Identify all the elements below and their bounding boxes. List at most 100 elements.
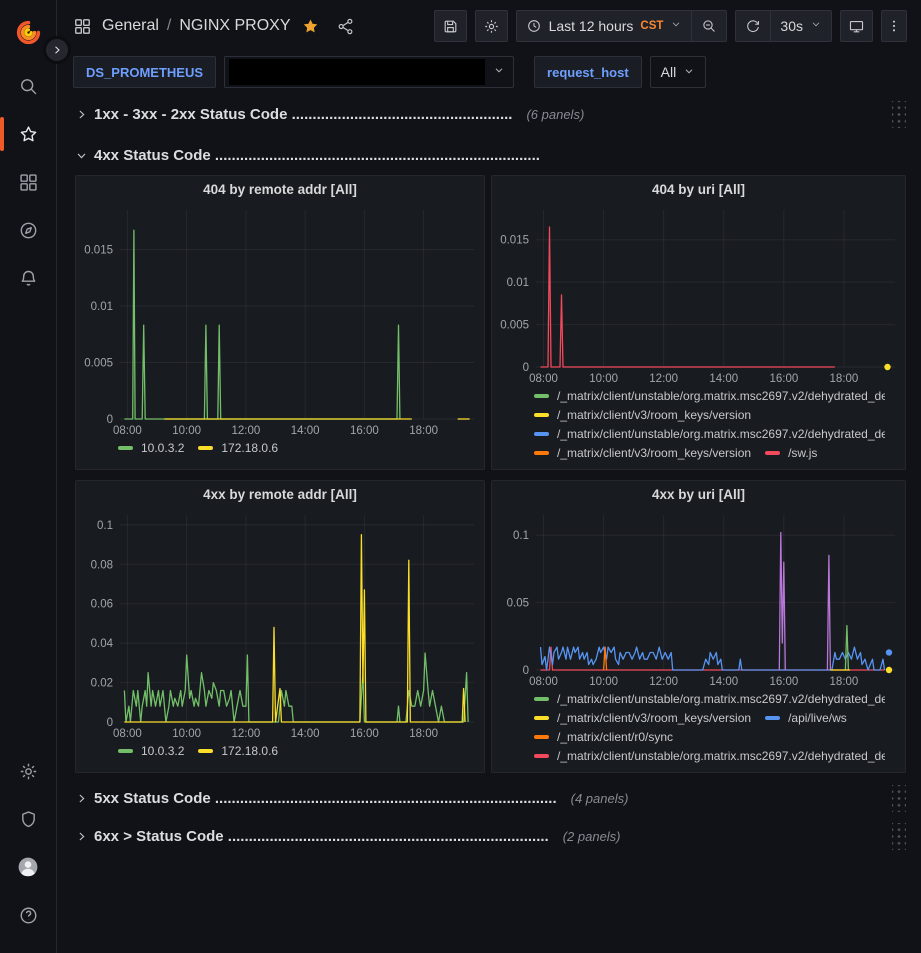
- legend-item[interactable]: /_matrix/client/r0/sync: [534, 730, 673, 744]
- legend-swatch: [534, 697, 549, 701]
- chevron-down-icon: [810, 17, 822, 35]
- legend-item[interactable]: /api/live/ws: [765, 711, 847, 725]
- dashboards-grid-icon: [18, 172, 39, 193]
- collapsed-rows: 5xx Status Code ........................…: [75, 784, 906, 850]
- panel-legend: 10.0.3.2 172.18.0.6: [76, 439, 484, 469]
- legend-item[interactable]: 10.0.3.2: [118, 744, 184, 758]
- legend-item[interactable]: /_matrix/client/v3/room_keys/version: [534, 408, 751, 422]
- share-icon[interactable]: [336, 17, 355, 36]
- sidebar-expand-button[interactable]: [43, 36, 71, 64]
- legend-label: /_matrix/client/v3/room_keys/version: [557, 711, 751, 725]
- legend-item[interactable]: /_matrix/client/unstable/org.matrix.msc2…: [534, 389, 885, 403]
- svg-text:10:00: 10:00: [172, 425, 201, 437]
- legend-swatch: [534, 735, 549, 739]
- row-drag-handle[interactable]: [892, 823, 906, 850]
- legend-label: /_matrix/client/v3/room_keys/version: [557, 446, 751, 460]
- chevron-right-icon: [75, 792, 88, 805]
- grafana-logo[interactable]: [8, 12, 48, 52]
- legend-item[interactable]: /_matrix/client/v3/room_keys/version: [534, 711, 751, 725]
- panel-legend: /_matrix/client/unstable/org.matrix.msc2…: [492, 690, 905, 772]
- chevron-down-icon: [670, 17, 682, 35]
- svg-text:16:00: 16:00: [350, 425, 379, 437]
- kebab-menu-icon: [886, 18, 902, 34]
- legend-label: /_matrix/client/v3/room_keys/version: [557, 408, 751, 422]
- time-range-label: Last 12 hours: [549, 18, 634, 34]
- variable-label-request-host[interactable]: request_host: [534, 56, 642, 88]
- svg-text:0.015: 0.015: [500, 235, 529, 247]
- variable-select-request-host[interactable]: All: [650, 56, 707, 88]
- legend-item[interactable]: /_matrix/client/unstable/org.matrix.msc2…: [534, 692, 885, 706]
- sidebar-item-explore[interactable]: [8, 210, 48, 250]
- sidebar-item-server-admin[interactable]: [8, 799, 48, 839]
- legend-item[interactable]: 172.18.0.6: [198, 441, 278, 455]
- svg-text:12:00: 12:00: [232, 728, 261, 740]
- chevron-right-icon: [51, 44, 63, 56]
- row-panel-count: (2 panels): [563, 829, 621, 844]
- row-header-4xx[interactable]: 4xx Status Code ........................…: [75, 141, 906, 169]
- alerting-bell-icon: [18, 268, 39, 289]
- legend-item[interactable]: /_matrix/client/v3/room_keys/version: [534, 446, 751, 460]
- save-dashboard-button[interactable]: [434, 10, 467, 42]
- row-header-5xx[interactable]: 5xx Status Code ........................…: [75, 784, 906, 812]
- refresh-interval-picker[interactable]: 30s: [770, 11, 831, 41]
- legend-item[interactable]: 172.18.0.6: [198, 744, 278, 758]
- time-series-chart[interactable]: 08:0010:0012:0014:0016:0018:0000.0050.01…: [492, 203, 905, 387]
- panel-title[interactable]: 404 by remote addr [All]: [76, 176, 484, 203]
- svg-text:18:00: 18:00: [830, 373, 859, 385]
- breadcrumb-folder[interactable]: General: [102, 17, 159, 35]
- dashboard-settings-button[interactable]: [475, 10, 508, 42]
- legend-label: /_matrix/client/r0/sync: [557, 730, 673, 744]
- svg-text:10:00: 10:00: [589, 676, 618, 688]
- chevron-down-icon: [683, 64, 695, 80]
- sidebar-item-help[interactable]: [8, 895, 48, 935]
- panel-title[interactable]: 4xx by uri [All]: [492, 481, 905, 508]
- sidebar-item-configuration[interactable]: [8, 751, 48, 791]
- svg-text:0.01: 0.01: [507, 277, 529, 289]
- svg-text:0.01: 0.01: [91, 301, 113, 313]
- settings-gear-icon: [18, 761, 39, 782]
- sidebar-item-search[interactable]: [8, 66, 48, 106]
- zoom-out-icon: [701, 18, 717, 34]
- row-drag-handle[interactable]: [892, 785, 906, 812]
- time-series-chart[interactable]: 08:0010:0012:0014:0016:0018:0000.020.040…: [76, 508, 484, 742]
- dashboard-title[interactable]: NGINX PROXY: [179, 17, 290, 35]
- row-drag-handle[interactable]: [892, 101, 906, 128]
- zoom-out-time-button[interactable]: [691, 11, 726, 41]
- legend-swatch: [534, 413, 549, 417]
- variable-select-ds-prometheus[interactable]: [224, 56, 514, 88]
- refresh-button[interactable]: [736, 11, 770, 41]
- svg-text:12:00: 12:00: [649, 676, 678, 688]
- panel-grid: 404 by remote addr [All] 08:0010:0012:00…: [75, 175, 906, 773]
- more-options-button[interactable]: [881, 10, 907, 42]
- svg-text:08:00: 08:00: [529, 676, 558, 688]
- panel-404-by-remote-addr: 404 by remote addr [All] 08:0010:0012:00…: [75, 175, 485, 470]
- svg-text:08:00: 08:00: [113, 728, 142, 740]
- sidebar-item-profile[interactable]: [8, 847, 48, 887]
- sidebar: [0, 0, 57, 953]
- sidebar-item-alerting[interactable]: [8, 258, 48, 298]
- variable-label-ds-prometheus[interactable]: DS_PROMETHEUS: [73, 56, 216, 88]
- svg-text:0.1: 0.1: [513, 530, 529, 542]
- panel-title[interactable]: 4xx by remote addr [All]: [76, 481, 484, 508]
- time-picker-group: Last 12 hours CST: [516, 10, 728, 42]
- panel-404-by-uri: 404 by uri [All] 08:0010:0012:0014:0016:…: [491, 175, 906, 470]
- legend-item[interactable]: 10.0.3.2: [118, 441, 184, 455]
- shield-icon: [18, 809, 39, 830]
- row-header-6xx[interactable]: 6xx > Status Code ......................…: [75, 822, 906, 850]
- legend-swatch: [198, 749, 213, 753]
- sidebar-item-dashboards[interactable]: [8, 162, 48, 202]
- legend-item[interactable]: /sw.js: [765, 446, 817, 460]
- legend-item[interactable]: /_matrix/client/unstable/org.matrix.msc2…: [534, 749, 885, 763]
- sidebar-item-starred[interactable]: [8, 114, 48, 154]
- legend-label: /sw.js: [788, 446, 817, 460]
- panel-title[interactable]: 404 by uri [All]: [492, 176, 905, 203]
- legend-item[interactable]: /_matrix/client/unstable/org.matrix.msc2…: [534, 427, 885, 441]
- time-range-picker[interactable]: Last 12 hours CST: [517, 11, 692, 41]
- panel-4xx-by-remote-addr: 4xx by remote addr [All] 08:0010:0012:00…: [75, 480, 485, 773]
- time-series-chart[interactable]: 08:0010:0012:0014:0016:0018:0000.0050.01…: [76, 203, 484, 439]
- time-series-chart[interactable]: 08:0010:0012:0014:0016:0018:0000.050.1: [492, 508, 905, 690]
- cycle-view-mode-button[interactable]: [840, 10, 873, 42]
- svg-text:0.06: 0.06: [91, 599, 113, 611]
- row-header-1xx-3xx-2xx[interactable]: 1xx - 3xx - 2xx Status Code ............…: [75, 100, 906, 128]
- favorite-star-icon[interactable]: [301, 17, 320, 36]
